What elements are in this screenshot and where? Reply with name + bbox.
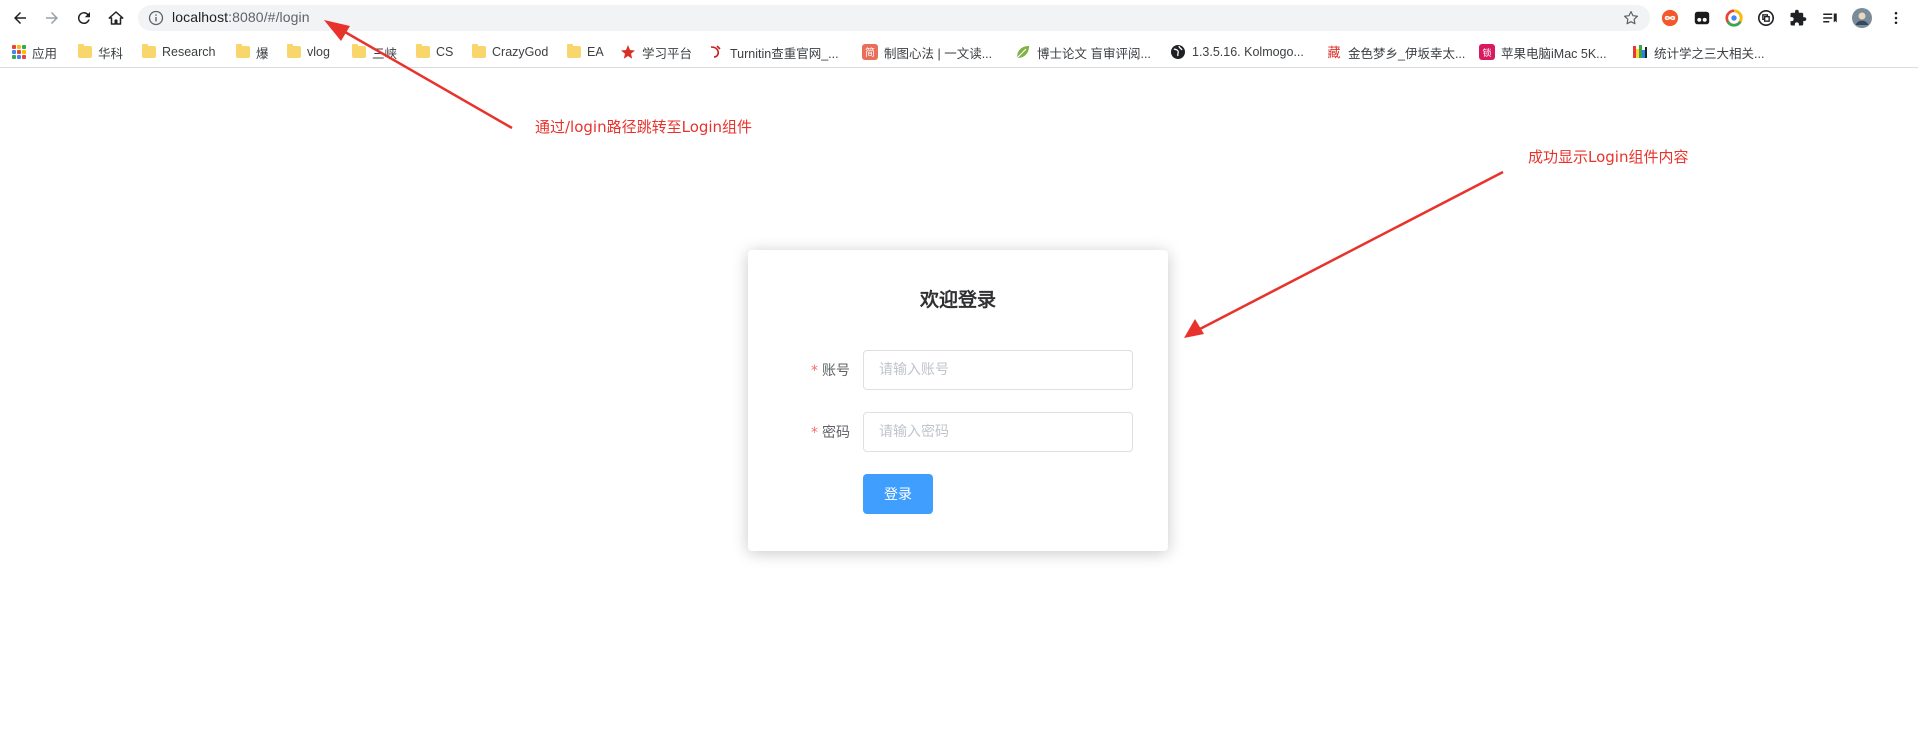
extension-tampermonkey-icon[interactable] xyxy=(1692,8,1712,28)
turnitin-icon xyxy=(710,45,721,58)
url-host: localhost xyxy=(172,9,229,25)
bookmark-folder-ea[interactable]: EA xyxy=(567,42,604,62)
forward-button[interactable] xyxy=(38,4,66,32)
bookmark-label: vlog xyxy=(307,45,330,59)
bookmark-label: 三峡 xyxy=(372,46,398,61)
back-button[interactable] xyxy=(6,4,34,32)
bookmark-folder-vlog[interactable]: vlog xyxy=(287,42,330,62)
bookmark-label: Turnitin查重官网_... xyxy=(730,46,839,61)
url-text[interactable]: localhost:8080/#/login xyxy=(172,9,310,25)
folder-icon xyxy=(416,44,430,58)
bookmark-imac-5k[interactable]: 锁 苹果电脑iMac 5K... xyxy=(1479,42,1607,62)
bookmark-label: 应用 xyxy=(32,46,58,61)
bookmark-kolmogorov[interactable]: 1.3.5.16. Kolmogo... xyxy=(1170,42,1304,62)
reading-list-icon[interactable] xyxy=(1820,8,1840,28)
chrome-menu-icon[interactable] xyxy=(1886,8,1906,28)
bookmark-label: 学习平台 xyxy=(642,46,693,61)
folder-icon xyxy=(78,44,92,58)
bookmark-label: 统计学之三大相关... xyxy=(1654,46,1765,61)
bookmark-label: 华科 xyxy=(98,46,124,61)
account-form-row: * 账号 xyxy=(748,350,1168,390)
browser-toolbar: localhost:8080/#/login xyxy=(0,0,1918,36)
extension-chrome-ring-icon[interactable] xyxy=(1724,8,1744,28)
account-input[interactable] xyxy=(863,350,1133,390)
leaf-icon xyxy=(1016,46,1029,59)
folder-icon xyxy=(567,44,581,58)
login-button[interactable]: 登录 xyxy=(863,474,933,514)
folder-icon xyxy=(352,44,366,58)
password-input[interactable] xyxy=(863,412,1133,452)
bookmark-statistics[interactable]: 统计学之三大相关... xyxy=(1632,42,1764,62)
bookmark-label: Research xyxy=(162,45,216,59)
password-form-row: * 密码 xyxy=(748,412,1168,452)
rainbow-icon xyxy=(1633,45,1647,58)
jianshu-icon: 简 xyxy=(862,44,878,60)
svg-text:简: 简 xyxy=(865,46,875,59)
folder-icon xyxy=(472,44,486,58)
bookmark-folder-huake[interactable]: 华科 xyxy=(78,42,123,62)
password-label: * 密码 xyxy=(811,422,850,442)
bookmark-star-icon[interactable] xyxy=(1622,9,1640,27)
forward-arrow-icon xyxy=(46,12,58,24)
svg-text:锁: 锁 xyxy=(1482,47,1491,59)
bookmark-folder-bao[interactable]: 爆 xyxy=(236,42,269,62)
bookmark-label: CS xyxy=(436,45,454,59)
apps-grid-icon xyxy=(12,45,26,59)
bookmark-label: 1.3.5.16. Kolmogo... xyxy=(1192,45,1304,59)
bookmark-label: 苹果电脑iMac 5K... xyxy=(1501,46,1607,61)
reload-button[interactable] xyxy=(70,4,98,32)
site-info-icon[interactable] xyxy=(148,10,164,26)
login-title: 欢迎登录 xyxy=(919,289,996,311)
back-arrow-icon xyxy=(14,12,26,24)
folder-icon xyxy=(287,44,301,58)
extensions-puzzle-icon[interactable] xyxy=(1788,8,1808,28)
bookmark-label: 爆 xyxy=(256,46,269,61)
account-label: * 账号 xyxy=(811,360,850,380)
reload-icon xyxy=(77,12,90,25)
bookmark-douban-book[interactable]: 藏 金色梦乡_伊坂幸太... xyxy=(1326,42,1465,62)
bookmark-label: CrazyGod xyxy=(492,45,549,59)
account-label-text: 账号 xyxy=(822,363,850,379)
bookmark-folder-crazygod[interactable]: CrazyGod xyxy=(472,42,548,62)
bookmark-turnitin[interactable]: Turnitin查重官网_... xyxy=(708,42,839,62)
bookmark-folder-research[interactable]: Research xyxy=(142,42,216,62)
extension-copy-icon[interactable] xyxy=(1756,8,1776,28)
pink-site-icon: 锁 xyxy=(1479,44,1495,60)
folder-icon xyxy=(142,44,156,58)
bookmark-phd-review[interactable]: 博士论文 盲审评阅... xyxy=(1015,42,1151,62)
bookmark-jianshu[interactable]: 简 制图心法 | 一文读... xyxy=(862,42,992,62)
bookmark-folder-cs[interactable]: CS xyxy=(416,42,453,62)
bookmark-folder-sanxia[interactable]: 三峡 xyxy=(352,42,397,62)
required-mark: * xyxy=(811,425,818,441)
bookmark-label: 金色梦乡_伊坂幸太... xyxy=(1348,46,1466,61)
study-platform-icon xyxy=(621,45,635,59)
login-card: 欢迎登录 *账号 *密码 登录 xyxy=(748,250,1168,551)
content-annotation-text: 成功显示Login组件内容 xyxy=(1528,148,1689,166)
password-label-text: 密码 xyxy=(822,425,850,441)
bookmark-label: EA xyxy=(587,45,604,59)
douban-icon: 藏 xyxy=(1327,46,1340,60)
bookmarks-bar: 应用 华科 Research 爆 vlog 三峡 CS CrazyGod EA … xyxy=(0,36,1918,68)
home-icon xyxy=(108,11,124,25)
required-mark: * xyxy=(811,363,818,379)
address-bar[interactable]: localhost:8080/#/login xyxy=(138,5,1650,31)
bookmark-label: 制图心法 | 一文读... xyxy=(884,46,993,61)
url-path: :8080/#/login xyxy=(228,9,310,25)
home-button[interactable] xyxy=(102,4,130,32)
globe-icon xyxy=(1171,45,1185,59)
bookmark-label: 博士论文 盲审评阅... xyxy=(1037,46,1151,61)
svg-text:藏: 藏 xyxy=(1327,46,1340,60)
profile-avatar-icon[interactable] xyxy=(1852,8,1872,28)
content-annotation-arrow xyxy=(1184,170,1504,338)
extension-infinity-icon[interactable] xyxy=(1660,8,1680,28)
bookmark-apps[interactable]: 应用 xyxy=(12,42,57,62)
url-annotation-text: 通过/login路径跳转至Login组件 xyxy=(535,118,753,136)
bookmark-study-platform[interactable]: 学习平台 xyxy=(620,42,692,62)
folder-icon xyxy=(236,44,250,58)
